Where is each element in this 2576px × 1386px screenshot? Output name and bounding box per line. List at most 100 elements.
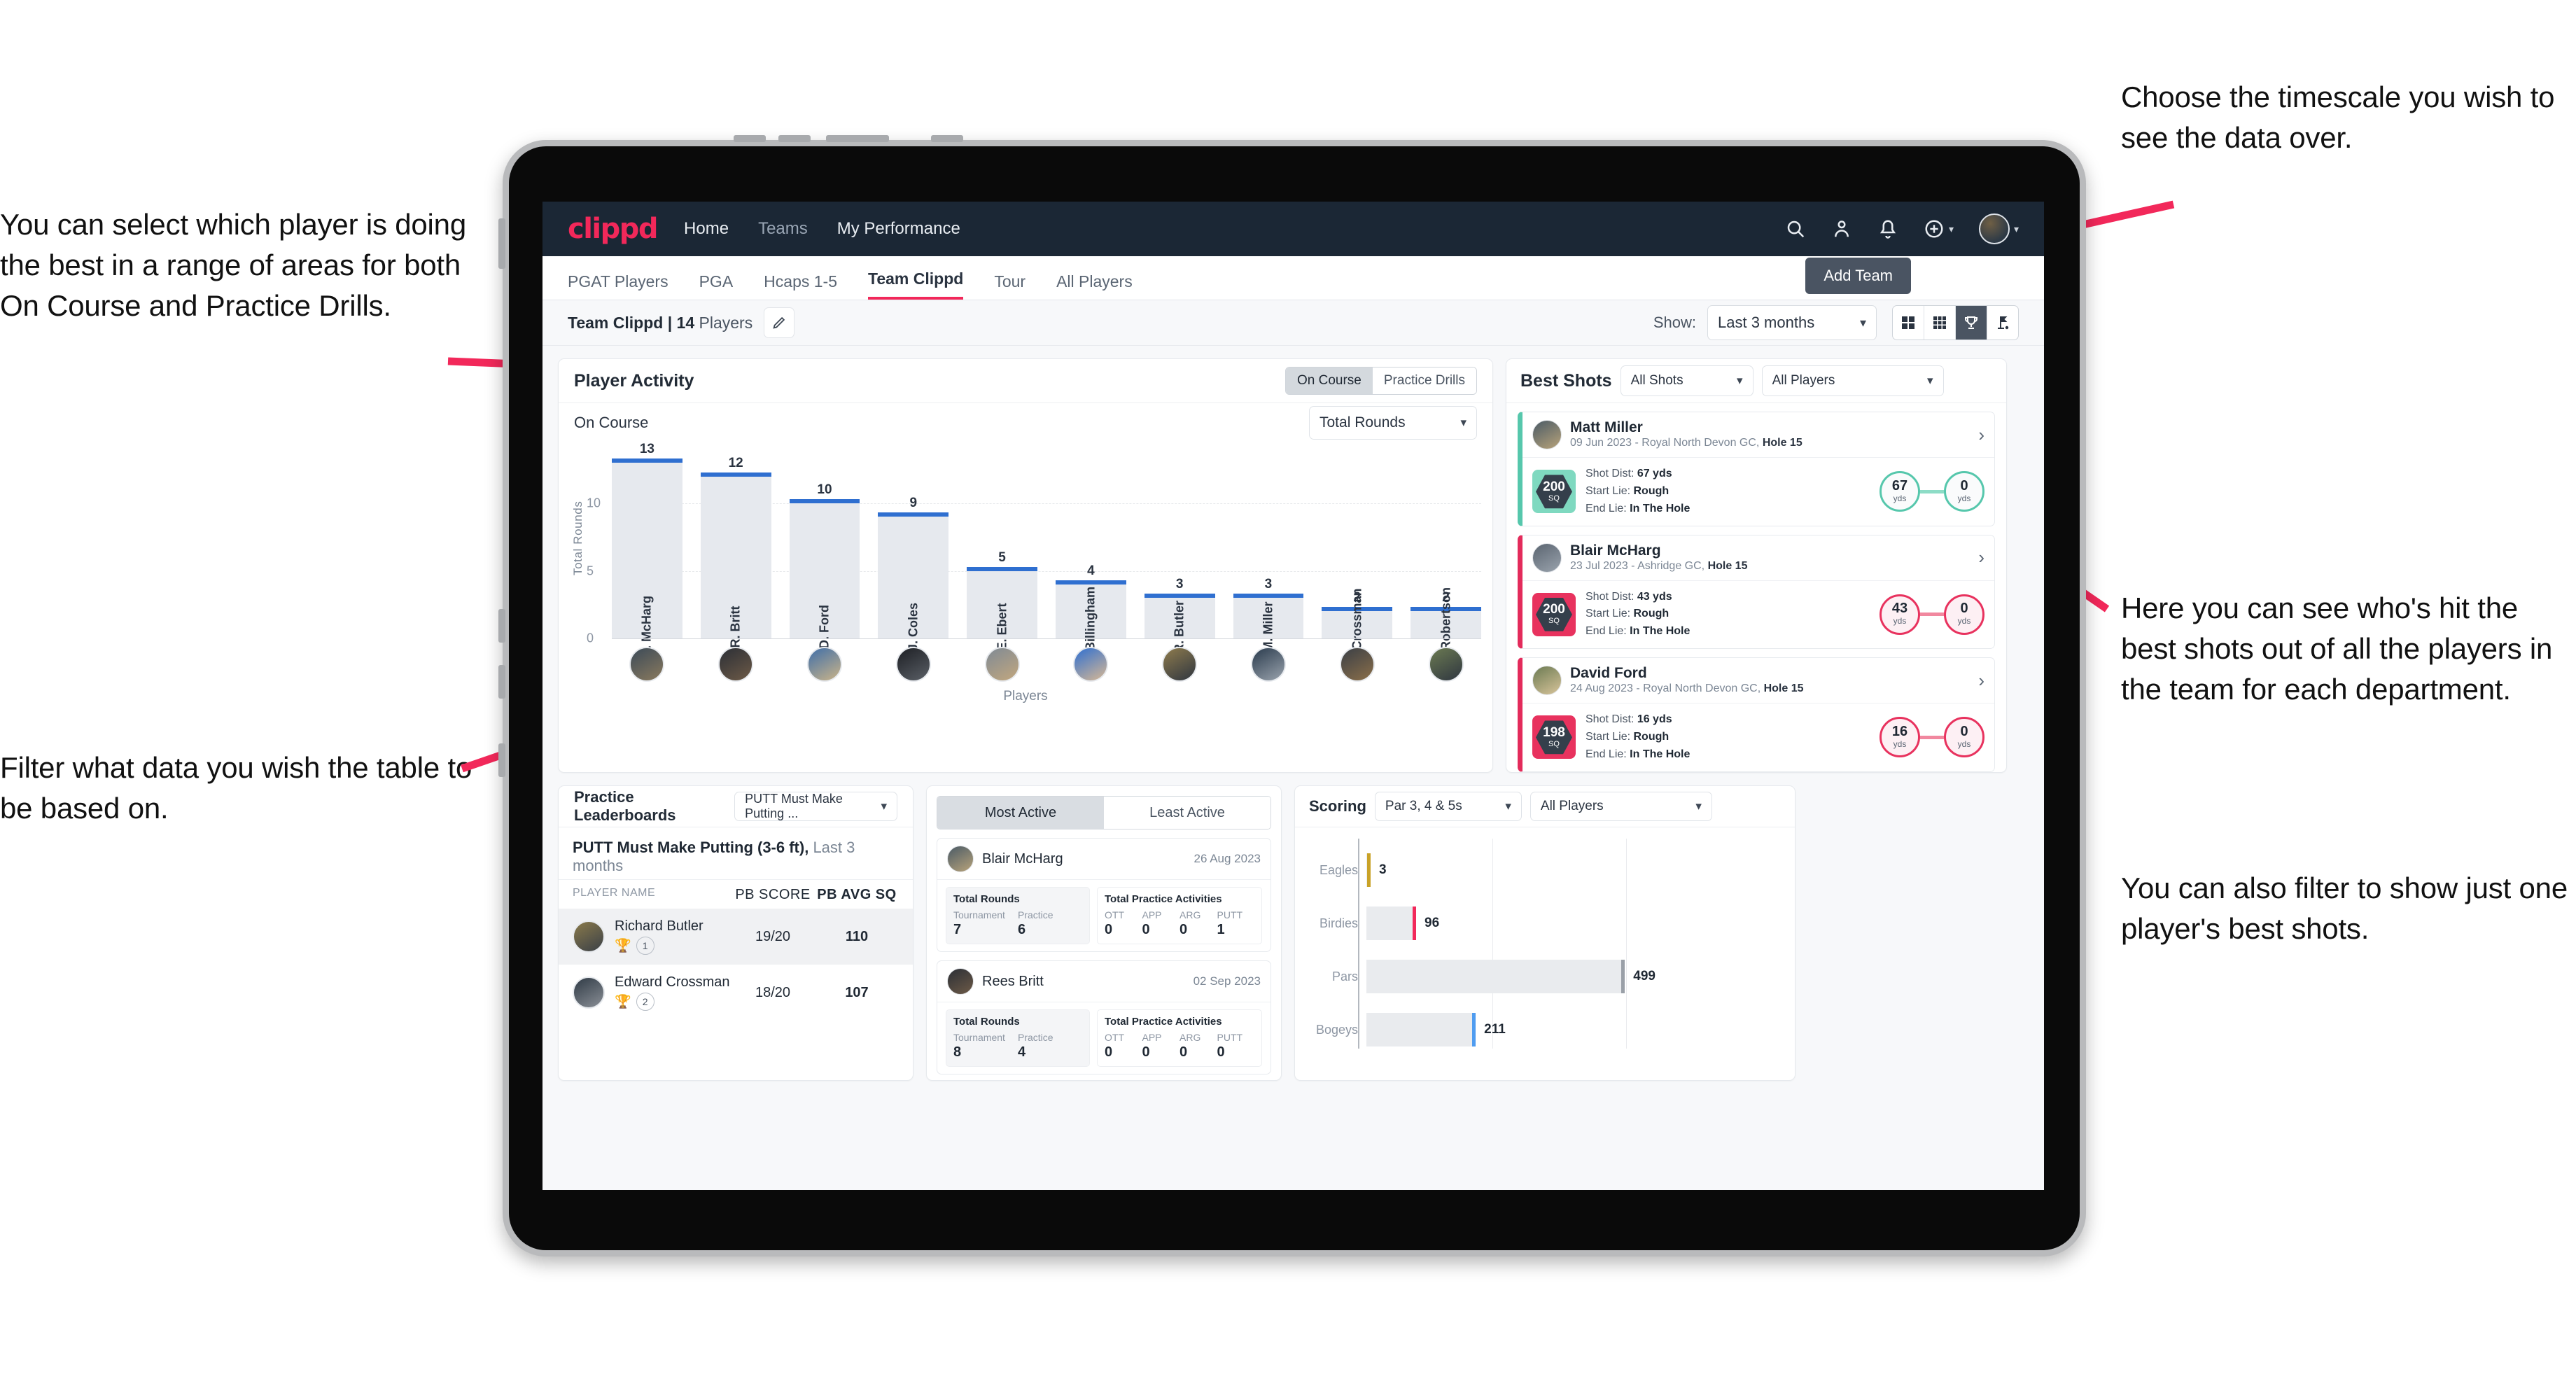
chart-bar[interactable]: D. Ford — [789, 499, 860, 649]
chart-bar-group[interactable]: 2 E. Crossman — [1322, 451, 1393, 666]
scoring-row[interactable]: Eagles 3 — [1308, 851, 1782, 889]
chart-bar[interactable]: C. Robertson — [1410, 587, 1481, 666]
avatar[interactable]: ▾ — [1978, 214, 2019, 244]
player-avatar — [573, 976, 605, 1009]
practice-leaderboards-title: Practice Leaderboards — [574, 788, 676, 824]
player-avatar[interactable] — [895, 647, 931, 682]
best-shot-card[interactable]: Matt Miller 09 Jun 2023 - Royal North Dev… — [1518, 412, 1995, 526]
people-icon[interactable] — [1831, 218, 1852, 239]
nav-link-teams[interactable]: Teams — [758, 219, 808, 239]
bell-icon[interactable] — [1877, 218, 1898, 239]
best-shots-player-filter[interactable]: All Players ▾ — [1761, 365, 1944, 396]
tab-pga[interactable]: PGA — [699, 272, 734, 300]
player-avatar[interactable] — [1428, 647, 1464, 682]
drill-select-value: PUTT Must Make Putting ... — [745, 792, 843, 820]
player-avatar[interactable] — [806, 647, 842, 682]
tab-most-active[interactable]: Most Active — [937, 797, 1104, 829]
view-toggle-trophy[interactable] — [1956, 306, 1987, 340]
end-lie-row: End Lie: In The Hole — [1586, 500, 1690, 518]
chevron-right-icon[interactable]: › — [1978, 670, 1984, 692]
column-pb-score: PB SCORE — [735, 887, 811, 902]
chevron-right-icon[interactable]: › — [1978, 424, 1984, 446]
chart-x-axis — [612, 638, 1481, 639]
best-shot-header: David Ford 24 Aug 2023 - Royal North Devo… — [1522, 658, 1994, 704]
chart-bar[interactable]: M. Miller — [1233, 594, 1304, 652]
tablet-top-button — [931, 135, 963, 142]
activity-player-card[interactable]: Rees Britt 02 Sep 2023 Total Rounds Tournam… — [937, 960, 1271, 1074]
view-toggle-grid-3x3[interactable] — [1924, 306, 1956, 340]
timescale-select[interactable]: Last 3 months ▾ — [1707, 305, 1877, 340]
hexagon-icon: 200 SQ — [1536, 475, 1572, 509]
tab-hcaps-1-5[interactable]: Hcaps 1-5 — [764, 272, 837, 300]
edit-team-button[interactable] — [764, 307, 795, 338]
chevron-right-icon[interactable]: › — [1978, 547, 1984, 568]
player-avatar[interactable] — [1073, 647, 1109, 682]
chart-bar-group[interactable]: 13 B. McHarg — [612, 442, 682, 658]
scoring-row[interactable]: Bogeys 211 — [1308, 1011, 1782, 1049]
leaderboard-row[interactable]: Edward Crossman 🏆 2 18/20 107 — [559, 965, 913, 1021]
nav-link-my-performance[interactable]: My Performance — [837, 219, 960, 239]
tablet-top-button — [734, 135, 766, 142]
total-practice-box: Total Practice Activities OTT 0 APP 0 ARG 0 PUT… — [1097, 887, 1262, 944]
chart-bar-group[interactable]: 3 R. Butler — [1144, 451, 1215, 653]
chart-bar[interactable]: E. Ebert — [967, 566, 1037, 651]
chart-bar-group[interactable]: 3 M. Miller — [1233, 451, 1304, 652]
nav-link-home[interactable]: Home — [684, 219, 729, 239]
best-shots-card: Best Shots All Shots ▾ All Players ▾ Mat… — [1506, 358, 2007, 773]
grid-3x3-icon — [1933, 316, 1946, 329]
total-rounds-box: Total Rounds Tournament 7 Practice 6 — [946, 887, 1090, 944]
player-avatar[interactable] — [1339, 647, 1375, 682]
player-avatar[interactable] — [718, 647, 754, 682]
view-toggle-golf-flag[interactable] — [1987, 306, 2018, 340]
segment-practice-drills[interactable]: Practice Drills — [1372, 368, 1476, 394]
segment-on-course[interactable]: On Course — [1286, 368, 1373, 394]
scoring-par-select[interactable]: Par 3, 4 & 5s ▾ — [1374, 792, 1522, 821]
chart-plot-area: 0 5 10 13 B. McHarg 12 R. Britt 10 D. Ford 9 J. Co… — [587, 442, 1481, 667]
activity-player-card[interactable]: Blair McHarg 26 Aug 2023 Total Rounds Tourn… — [937, 838, 1271, 952]
chart-bar-group[interactable]: 9 J. Coles — [878, 451, 949, 651]
scoring-par-select-value: Par 3, 4 & 5s — [1385, 799, 1462, 813]
clippd-logo[interactable]: clippd — [568, 213, 659, 245]
shot-dist-label: Shot Dist: — [1586, 468, 1637, 480]
chart-bar-group[interactable]: 2 C. Robertson — [1410, 451, 1481, 666]
start-lie-value: Rough — [1633, 484, 1670, 497]
chart-bar-group[interactable]: 10 D. Ford — [789, 451, 860, 649]
chart-bar[interactable]: E. Crossman — [1322, 588, 1393, 666]
chart-bar[interactable]: D. Billingham — [1055, 580, 1126, 667]
search-icon[interactable] — [1785, 218, 1806, 239]
scoring-row[interactable]: Pars 499 — [1308, 958, 1782, 995]
scoring-row[interactable]: Birdies 96 — [1308, 904, 1782, 942]
add-team-button[interactable]: Add Team — [1805, 258, 1911, 294]
chart-bar[interactable]: J. Coles — [878, 512, 949, 651]
view-toggle-grid-2x2[interactable] — [1893, 306, 1924, 340]
chart-bar[interactable]: R. Britt — [700, 472, 771, 648]
scoring-bar-cap — [1621, 960, 1625, 993]
trophy-icon — [1965, 316, 1977, 329]
player-avatar[interactable] — [1250, 647, 1286, 682]
chart-bar-group[interactable]: 12 R. Britt — [700, 451, 771, 648]
best-shot-card[interactable]: David Ford 24 Aug 2023 - Royal North Devo… — [1518, 657, 1995, 772]
tab-pgat-players[interactable]: PGAT Players — [568, 272, 668, 300]
leaderboard-row[interactable]: Richard Butler 🏆 1 19/20 110 — [559, 909, 913, 965]
tab-team-clippd[interactable]: Team Clippd — [868, 270, 964, 300]
tab-all-players[interactable]: All Players — [1056, 272, 1133, 300]
best-shot-card[interactable]: Blair McHarg 23 Jul 2023 - Ashridge GC, H… — [1518, 534, 1995, 650]
chart-bar-group[interactable]: 4 D. Billingham — [1055, 451, 1126, 667]
scoring-category: Pars — [1331, 969, 1358, 983]
metric-select[interactable]: Total Rounds ▾ — [1309, 406, 1477, 440]
chart-bar[interactable]: R. Butler — [1144, 594, 1215, 653]
player-avatar[interactable] — [629, 647, 665, 682]
player-avatar[interactable] — [984, 647, 1020, 682]
shot-end-value: 0 — [1960, 723, 1968, 739]
chart-bar[interactable]: B. McHarg — [612, 458, 682, 658]
tab-tour[interactable]: Tour — [994, 272, 1026, 300]
drill-select[interactable]: PUTT Must Make Putting ... ▾ — [734, 792, 897, 821]
start-lie-label: Start Lie: — [1586, 484, 1634, 497]
scoring-player-select[interactable]: All Players ▾ — [1530, 792, 1712, 821]
player-avatar[interactable] — [1162, 647, 1198, 682]
tab-least-active[interactable]: Least Active — [1104, 797, 1270, 829]
chart-bar-value: 10 — [817, 482, 832, 498]
best-shots-shot-filter[interactable]: All Shots ▾ — [1620, 365, 1754, 396]
chart-bar-group[interactable]: 5 E. Ebert — [967, 451, 1037, 651]
plus-circle-icon[interactable]: ▾ — [1924, 218, 1954, 239]
